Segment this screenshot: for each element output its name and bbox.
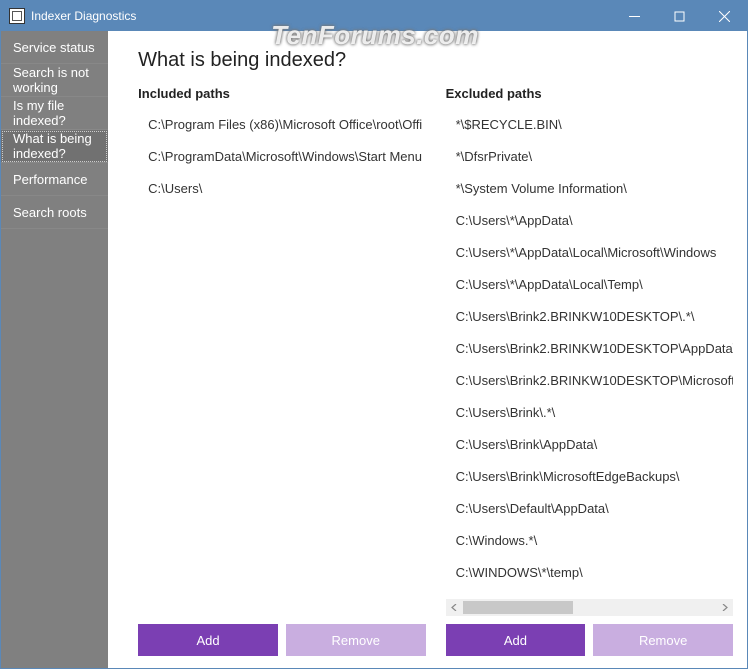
list-item[interactable]: C:\Users\Brink2.BRINKW10DESKTOP\AppData\ [456,333,733,365]
sidebar-item-what-is-being-indexed[interactable]: What is being indexed? [1,130,108,163]
scroll-left-button[interactable] [446,599,463,616]
sidebar-item-performance[interactable]: Performance [1,163,108,196]
sidebar-item-label: Search roots [13,205,87,220]
sidebar-item-label: Performance [13,172,87,187]
list-item[interactable]: C:\Users\Brink\.*\ [456,397,733,429]
chevron-right-icon [721,604,728,611]
list-item[interactable]: C:\Users\Brink\MicrosoftEdgeBackups\ [456,461,733,493]
excluded-remove-button[interactable]: Remove [593,624,733,656]
columns: Included paths C:\Program Files (x86)\Mi… [138,86,733,656]
list-item[interactable]: *\DfsrPrivate\ [456,141,733,173]
list-item[interactable]: *\System Volume Information\ [456,173,733,205]
excluded-add-button[interactable]: Add [446,624,586,656]
included-column: Included paths C:\Program Files (x86)\Mi… [138,86,425,656]
scroll-track[interactable] [463,599,716,616]
list-item[interactable]: C:\Users\Brink\AppData\ [456,429,733,461]
main-panel: What is being indexed? Included paths C:… [108,31,747,668]
sidebar: Service status Search is not working Is … [1,31,108,668]
app-window: Indexer Diagnostics Service status Searc… [0,0,748,669]
included-header: Included paths [138,86,425,101]
sidebar-item-service-status[interactable]: Service status [1,31,108,64]
list-item[interactable]: *\$RECYCLE.BIN\ [456,109,733,141]
list-item[interactable]: C:\ProgramData\Microsoft\Windows\Start M… [148,141,425,173]
excluded-hscroll[interactable] [446,599,733,616]
included-remove-button[interactable]: Remove [286,624,426,656]
excluded-buttons: Add Remove [446,624,733,656]
body: Service status Search is not working Is … [1,31,747,668]
app-icon [9,8,25,24]
sidebar-item-label: What is being indexed? [13,131,96,161]
list-item[interactable]: C:\Users\ [148,173,425,205]
sidebar-item-label: Search is not working [13,65,96,95]
sidebar-item-is-my-file-indexed[interactable]: Is my file indexed? [1,97,108,130]
list-item[interactable]: C:\Users\*\AppData\Local\Microsoft\Windo… [456,237,733,269]
minimize-button[interactable] [612,1,657,31]
maximize-button[interactable] [657,1,702,31]
chevron-left-icon [451,604,458,611]
scroll-thumb[interactable] [463,601,573,614]
close-icon [719,11,730,22]
list-item[interactable]: C:\Program Files (x86)\Microsoft Office\… [148,109,425,141]
included-buttons: Add Remove [138,624,425,656]
list-item[interactable]: C:\Windows.*\ [456,525,733,557]
titlebar: Indexer Diagnostics [1,1,747,31]
sidebar-item-search-roots[interactable]: Search roots [1,196,108,229]
list-item[interactable]: C:\Users\Default\AppData\ [456,493,733,525]
close-button[interactable] [702,1,747,31]
sidebar-item-label: Is my file indexed? [13,98,96,128]
sidebar-item-search-not-working[interactable]: Search is not working [1,64,108,97]
excluded-list[interactable]: *\$RECYCLE.BIN\ *\DfsrPrivate\ *\System … [446,109,733,597]
scroll-right-button[interactable] [716,599,733,616]
minimize-icon [629,11,640,22]
list-item[interactable]: C:\WINDOWS\*\temp\ [456,557,733,589]
included-list[interactable]: C:\Program Files (x86)\Microsoft Office\… [138,109,425,616]
list-item[interactable]: C:\Users\*\AppData\Local\Temp\ [456,269,733,301]
included-add-button[interactable]: Add [138,624,278,656]
window-title: Indexer Diagnostics [31,9,136,23]
list-item[interactable]: C:\Users\Brink2.BRINKW10DESKTOP\Microsof… [456,365,733,397]
maximize-icon [674,11,685,22]
list-item[interactable]: C:\Users\Brink2.BRINKW10DESKTOP\.*\ [456,301,733,333]
excluded-column: Excluded paths *\$RECYCLE.BIN\ *\DfsrPri… [446,86,733,656]
list-item[interactable]: C:\Users\*\AppData\ [456,205,733,237]
excluded-header: Excluded paths [446,86,733,101]
sidebar-item-label: Service status [13,40,95,55]
page-title: What is being indexed? [138,49,733,72]
